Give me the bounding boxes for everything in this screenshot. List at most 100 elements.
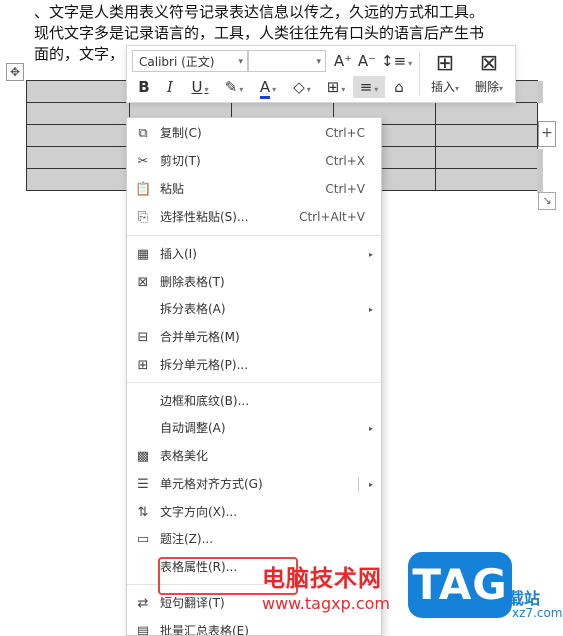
watermark-site2-url: xz7.com xyxy=(512,606,563,620)
translate-icon: ⇄ xyxy=(137,596,149,611)
menu-item-label: 选择性粘贴(S)... xyxy=(160,210,249,224)
line-spacing-button[interactable]: ↕≡ ▾ xyxy=(381,50,413,72)
menu-item-cut[interactable]: ✂ 剪切(T) Ctrl+X xyxy=(127,148,381,175)
table-resize-handle[interactable]: ↘ xyxy=(538,192,556,210)
submenu-divider xyxy=(358,477,359,492)
table-cell[interactable] xyxy=(435,168,538,191)
menu-item-text-direction[interactable]: ⇅ 文字方向(X)... xyxy=(127,499,381,526)
split-cells-icon: ⊞ xyxy=(137,358,149,373)
copy-icon: ⧉ xyxy=(138,126,148,141)
chevron-down-icon: ▾ xyxy=(408,59,413,68)
menu-item-label: 拆分表格(A) xyxy=(160,302,226,316)
italic-icon: I xyxy=(167,78,173,96)
watermark-url: www.tagxp.com xyxy=(262,594,390,613)
table-cell[interactable] xyxy=(435,146,538,169)
line-spacing-icon: ↕≡ xyxy=(381,52,407,70)
table-cell[interactable] xyxy=(26,146,130,169)
eraser-icon: ⌂ xyxy=(394,78,404,96)
menu-item-paste[interactable]: 📋 粘贴 Ctrl+V xyxy=(127,176,381,203)
menu-item-label: 批量汇总表格(E) xyxy=(160,624,249,636)
table-cell[interactable] xyxy=(26,168,130,191)
submenu-arrow-icon: ▸ xyxy=(368,305,373,314)
menu-item-borders-shading[interactable]: 边框和底纹(B)... xyxy=(127,388,381,415)
toolbar-divider xyxy=(419,52,420,96)
menu-item-label: 自动调整(A) xyxy=(160,421,226,435)
delete-table-button[interactable]: ⊠ 删除▾ xyxy=(468,50,510,98)
resize-arrow-icon: ↘ xyxy=(542,194,552,207)
menu-shortcut: Ctrl+V xyxy=(325,182,365,196)
menu-item-split-cells[interactable]: ⊞ 拆分单元格(P)... xyxy=(127,352,381,379)
chevron-down-icon: ▾ xyxy=(239,85,244,94)
menu-item-split-table[interactable]: 拆分表格(A) ▸ xyxy=(127,296,381,323)
chevron-down-icon: ▾ xyxy=(306,85,311,94)
caption-icon: ▭ xyxy=(136,532,150,547)
add-column-button[interactable]: + xyxy=(538,121,556,147)
menu-item-delete-table[interactable]: ⊠ 删除表格(T) xyxy=(127,269,381,296)
chevron-down-icon: ▾ xyxy=(316,57,321,67)
highlight-button[interactable]: ✎ ▾ xyxy=(219,76,249,98)
menu-item-table-beautify[interactable]: ▩ 表格美化 xyxy=(127,443,381,470)
shrink-font-icon: A⁻ xyxy=(357,52,377,70)
grow-font-button[interactable]: A⁺ xyxy=(332,50,354,72)
font-color-button[interactable]: A ▾ xyxy=(253,76,283,99)
bold-button[interactable]: B xyxy=(134,76,154,98)
chevron-down-icon: ▾ xyxy=(341,85,346,94)
menu-item-insert[interactable]: ▦ 插入(I) ▸ xyxy=(127,241,381,268)
insert-table-button[interactable]: ⊞ 插入▾ xyxy=(424,50,466,98)
menu-item-label: 剪切(T) xyxy=(160,154,201,168)
table-cell[interactable] xyxy=(26,102,130,125)
menu-item-label: 合并单元格(M) xyxy=(160,330,240,344)
table-style-icon: ▩ xyxy=(136,449,150,464)
menu-item-copy[interactable]: ⧉ 复制(C) Ctrl+C xyxy=(127,120,381,147)
font-name-select[interactable]: Calibri (正文) ▾ xyxy=(132,50,248,72)
align-button[interactable]: ≡ ▾ xyxy=(353,76,385,98)
menu-item-label: 边框和底纹(B)... xyxy=(160,394,250,408)
menu-item-paste-special[interactable]: ⎘ 选择性粘贴(S)... Ctrl+Alt+V xyxy=(127,204,381,231)
menu-item-cell-alignment[interactable]: ☰ 单元格对齐方式(G) ▸ xyxy=(127,471,381,498)
underline-button[interactable]: U ▾ xyxy=(185,76,215,98)
summary-table-icon: ▤ xyxy=(136,624,150,636)
bold-icon: B xyxy=(138,78,150,96)
menu-shortcut: Ctrl+C xyxy=(325,126,365,140)
paint-bucket-icon: ◇ xyxy=(293,78,305,96)
underline-icon: U xyxy=(191,78,203,96)
clear-format-button[interactable]: ⌂ xyxy=(389,76,409,98)
menu-item-merge-cells[interactable]: ⊟ 合并单元格(M) xyxy=(127,324,381,351)
menu-item-label: 表格美化 xyxy=(160,449,209,463)
chevron-down-icon: ▾ xyxy=(238,57,243,67)
chevron-down-icon: ▾ xyxy=(272,85,277,94)
font-name-value: Calibri (正文) xyxy=(139,55,215,69)
clipboard-icon: 📋 xyxy=(135,182,152,197)
italic-button[interactable]: I xyxy=(160,76,180,98)
menu-item-caption[interactable]: ▭ 题注(Z)... xyxy=(127,526,381,553)
highlighter-icon: ✎ xyxy=(224,78,238,96)
menu-item-autofit[interactable]: 自动调整(A) ▸ xyxy=(127,415,381,442)
menu-item-batch-summary[interactable]: ▤ 批量汇总表格(E) xyxy=(127,618,381,636)
table-cell[interactable] xyxy=(26,80,130,103)
font-color-icon: A xyxy=(259,78,271,99)
shading-button[interactable]: ◇ ▾ xyxy=(287,76,317,98)
menu-item-label: 插入(I) xyxy=(160,247,197,261)
chevron-down-icon: ▾ xyxy=(455,84,460,93)
tag-logo-text: TAG xyxy=(412,560,508,609)
chevron-down-icon: ▾ xyxy=(499,84,504,93)
borders-button[interactable]: ⊞ ▾ xyxy=(321,76,351,98)
font-size-select[interactable]: ▾ xyxy=(248,50,326,72)
table-move-handle[interactable]: ✥ xyxy=(6,63,24,81)
delete-table-icon: ⊠ xyxy=(137,275,149,290)
menu-item-label: 单元格对齐方式(G) xyxy=(160,477,263,491)
floating-format-toolbar: Calibri (正文) ▾ ▾ A⁺ A⁻ ↕≡ ▾ B I U ▾ ✎ ▾ A ▾ … xyxy=(126,45,516,103)
doc-line: 、文字是人类用表义符号记录表达信息以传之，久远的方式和工具。 xyxy=(34,3,485,21)
shrink-font-button[interactable]: A⁻ xyxy=(356,50,378,72)
table-icon: ▦ xyxy=(136,247,150,262)
plus-icon: + xyxy=(541,125,553,141)
menu-shortcut: Ctrl+Alt+V xyxy=(299,210,365,224)
table-cell[interactable] xyxy=(26,124,130,147)
insert-table-icon: ⊞ xyxy=(435,51,455,76)
doc-line: 现代文字多是记录语言的，工具，人类往往先有口头的语言后产生书 xyxy=(34,24,485,42)
menu-item-label: 粘贴 xyxy=(160,182,185,196)
table-cell[interactable] xyxy=(435,124,538,147)
menu-separator xyxy=(127,235,381,236)
table-cell[interactable] xyxy=(435,102,538,125)
menu-item-label: 拆分单元格(P)... xyxy=(160,358,249,372)
